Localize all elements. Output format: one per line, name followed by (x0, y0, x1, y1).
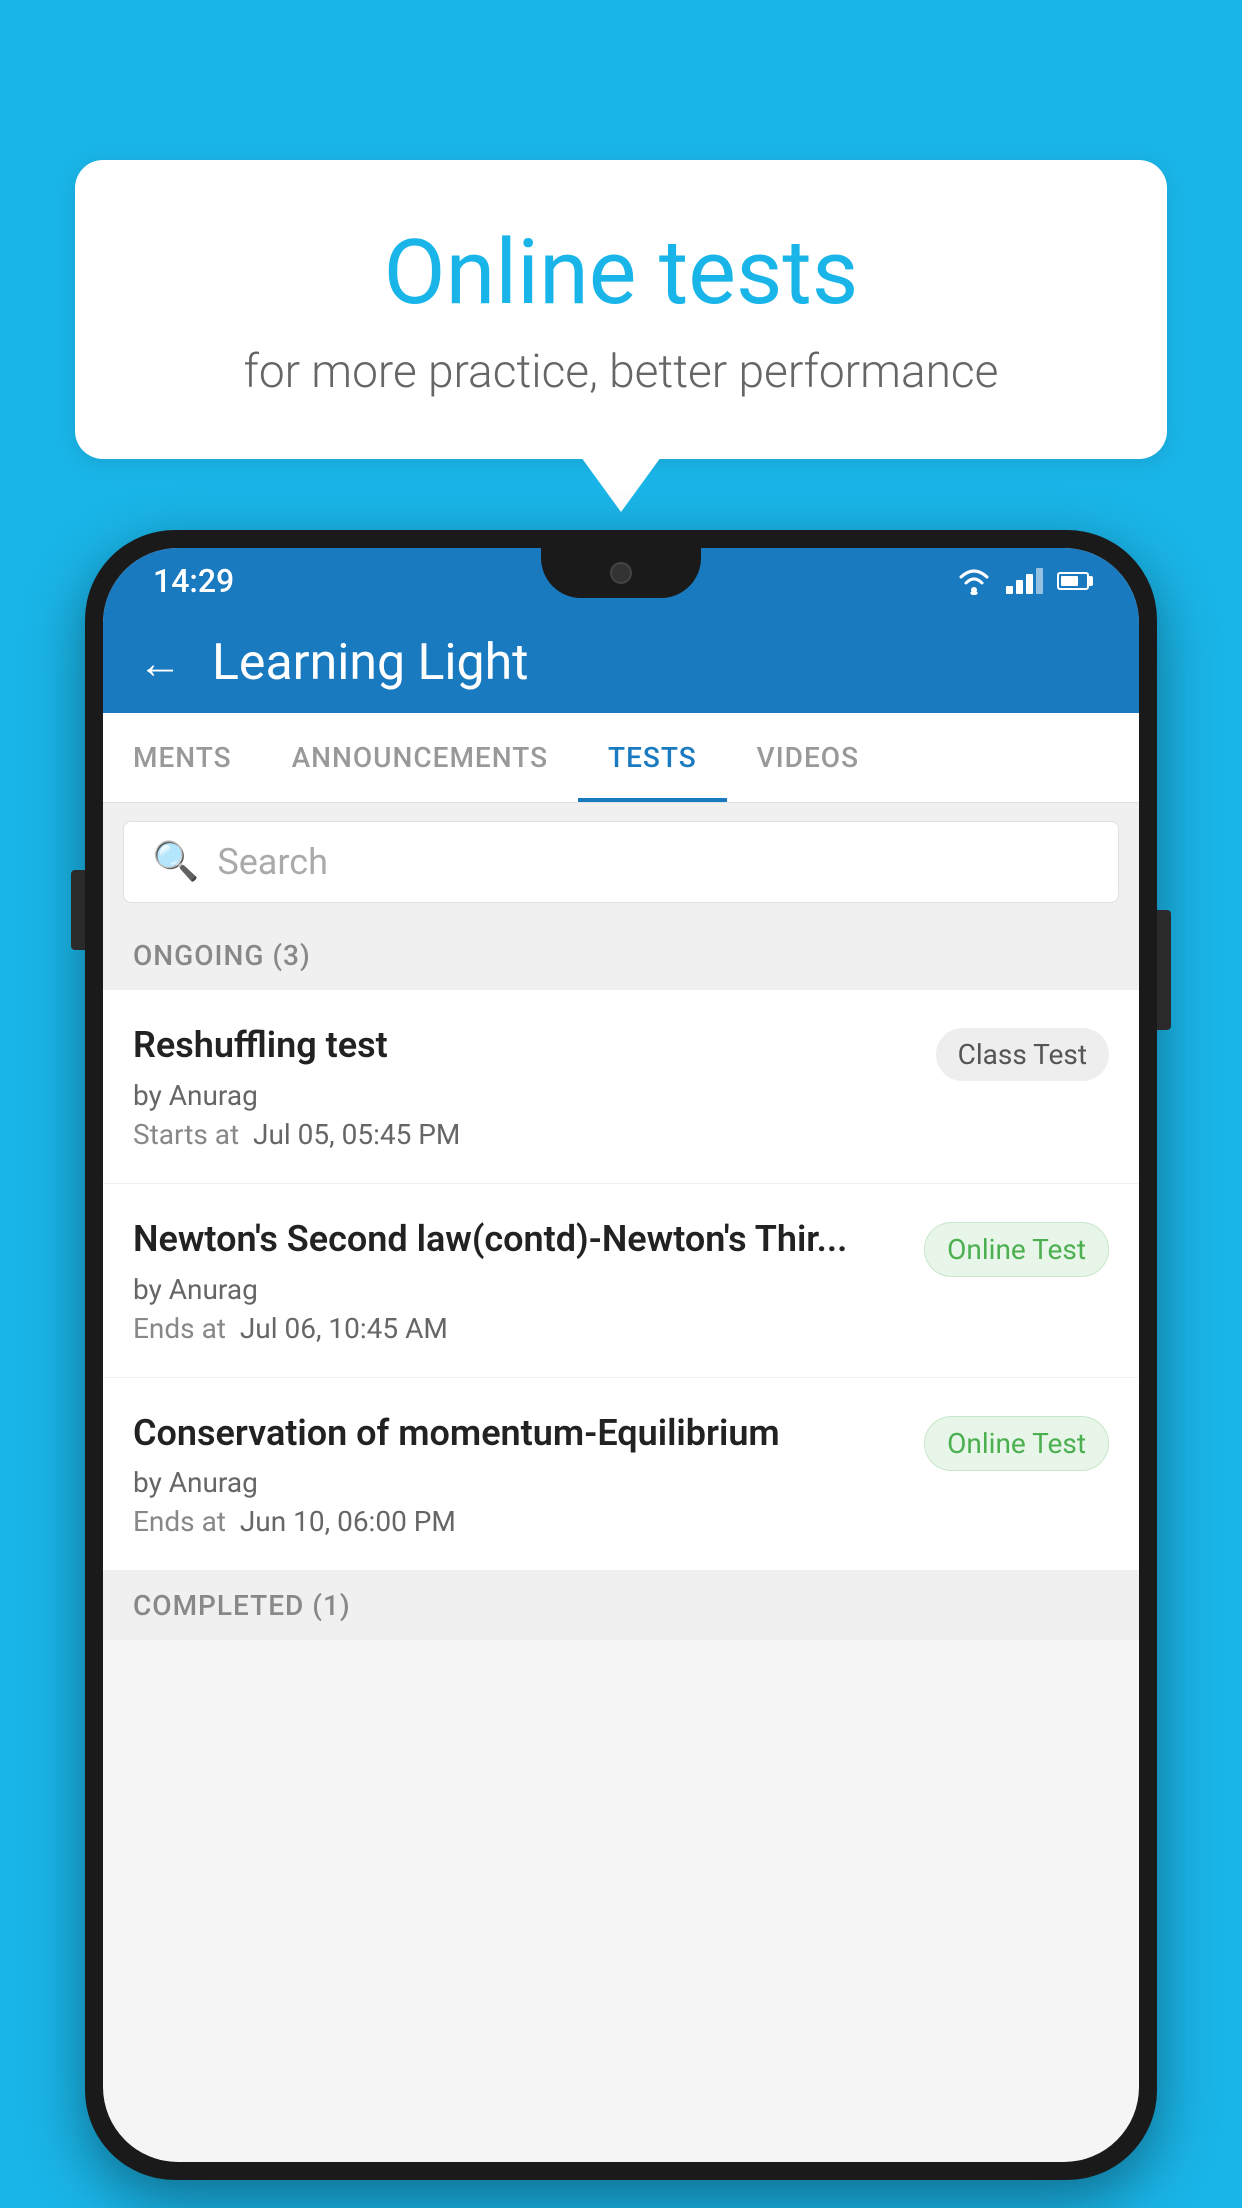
notch-camera (610, 562, 632, 584)
phone-container: 14:29 (85, 530, 1157, 2180)
speech-bubble: Online tests for more practice, better p… (75, 160, 1167, 459)
tab-tests[interactable]: TESTS (578, 713, 727, 802)
tab-announcements[interactable]: ANNOUNCEMENTS (262, 713, 578, 802)
search-container: 🔍 Search (103, 803, 1139, 921)
tabs-container: MENTS ANNOUNCEMENTS TESTS VIDEOS (103, 713, 1139, 803)
time-value: Jul 05, 05:45 PM (253, 1118, 460, 1151)
notch (541, 548, 701, 598)
test-time: Starts at Jul 05, 05:45 PM (133, 1118, 916, 1151)
ongoing-label: ONGOING (3) (133, 939, 311, 972)
test-name: Conservation of momentum-Equilibrium (133, 1410, 904, 1457)
wifi-icon (956, 567, 992, 595)
section-ongoing-header: ONGOING (3) (103, 921, 1139, 990)
test-time: Ends at Jun 10, 06:00 PM (133, 1505, 904, 1538)
signal-icon (1006, 568, 1043, 594)
back-button[interactable]: ← (138, 637, 182, 689)
test-item[interactable]: Newton's Second law(contd)-Newton's Thir… (103, 1184, 1139, 1378)
status-time: 14:29 (153, 562, 234, 600)
time-value: Jun 10, 06:00 PM (240, 1505, 456, 1538)
test-info: Reshuffling test by Anurag Starts at Jul… (133, 1022, 936, 1151)
time-label: Starts at (133, 1118, 239, 1151)
badge-class-test: Class Test (936, 1028, 1109, 1081)
time-value: Jul 06, 10:45 AM (240, 1312, 448, 1345)
test-list: Reshuffling test by Anurag Starts at Jul… (103, 990, 1139, 1571)
phone-screen: 14:29 (103, 548, 1139, 2162)
search-box[interactable]: 🔍 Search (123, 821, 1119, 903)
status-icons (956, 567, 1089, 595)
badge-online-test: Online Test (924, 1222, 1109, 1277)
test-author: by Anurag (133, 1273, 904, 1306)
test-author: by Anurag (133, 1466, 904, 1499)
tab-ments[interactable]: MENTS (103, 713, 262, 802)
speech-bubble-title: Online tests (155, 220, 1087, 325)
speech-bubble-container: Online tests for more practice, better p… (75, 160, 1167, 512)
test-name: Newton's Second law(contd)-Newton's Thir… (133, 1216, 904, 1263)
test-item[interactable]: Reshuffling test by Anurag Starts at Jul… (103, 990, 1139, 1184)
test-item[interactable]: Conservation of momentum-Equilibrium by … (103, 1378, 1139, 1572)
status-bar: 14:29 (103, 548, 1139, 613)
search-input[interactable]: Search (217, 841, 328, 883)
test-info: Conservation of momentum-Equilibrium by … (133, 1410, 924, 1539)
time-label: Ends at (133, 1312, 226, 1345)
tab-videos[interactable]: VIDEOS (727, 713, 889, 802)
app-header: ← Learning Light (103, 613, 1139, 713)
test-time: Ends at Jul 06, 10:45 AM (133, 1312, 904, 1345)
time-label: Ends at (133, 1505, 226, 1538)
app-title: Learning Light (212, 634, 529, 692)
section-completed-header: COMPLETED (1) (103, 1571, 1139, 1640)
test-author: by Anurag (133, 1079, 916, 1112)
speech-bubble-subtitle: for more practice, better performance (155, 345, 1087, 399)
completed-label: COMPLETED (1) (133, 1589, 351, 1622)
search-icon: 🔍 (152, 840, 199, 884)
phone-frame: 14:29 (85, 530, 1157, 2180)
test-info: Newton's Second law(contd)-Newton's Thir… (133, 1216, 924, 1345)
badge-online-test: Online Test (924, 1416, 1109, 1471)
battery-icon (1057, 572, 1089, 590)
speech-bubble-arrow (581, 457, 661, 512)
test-name: Reshuffling test (133, 1022, 916, 1069)
